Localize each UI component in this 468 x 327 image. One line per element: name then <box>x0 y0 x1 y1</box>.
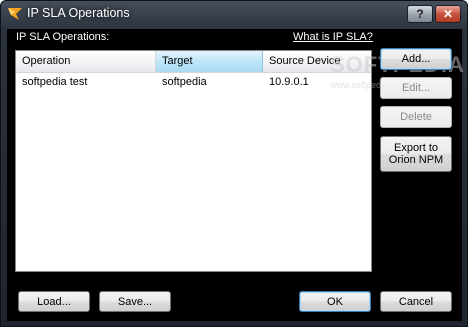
list-header: Operation Target Source Device <box>16 51 371 73</box>
column-header-operation[interactable]: Operation <box>16 51 156 72</box>
delete-button[interactable]: Delete <box>380 106 452 128</box>
operations-list[interactable]: Operation Target Source Device softpedia… <box>15 50 372 272</box>
cell-target: softpedia <box>162 76 207 88</box>
cancel-button[interactable]: Cancel <box>380 291 452 312</box>
window-title: IP SLA Operations <box>27 6 130 20</box>
export-label-line2: Orion NPM <box>388 154 444 166</box>
export-label-line1: Export to <box>393 142 439 154</box>
column-header-target[interactable]: Target <box>156 51 263 72</box>
load-button[interactable]: Load... <box>18 291 90 312</box>
edit-button[interactable]: Edit... <box>380 77 452 99</box>
table-row[interactable]: softpedia test softpedia 10.9.0.1 <box>16 73 371 92</box>
save-button[interactable]: Save... <box>99 291 171 312</box>
add-button[interactable]: Add... <box>380 48 452 70</box>
help-button[interactable]: ? <box>407 5 433 23</box>
close-button[interactable]: ✕ <box>435 5 461 23</box>
title-bar[interactable]: IP SLA Operations ? ✕ <box>1 1 467 27</box>
app-logo-icon <box>8 8 22 20</box>
operations-section-label: IP SLA Operations: <box>16 31 110 43</box>
ok-button[interactable]: OK <box>299 291 371 312</box>
what-is-ip-sla-link[interactable]: What is IP SLA? <box>293 31 373 43</box>
cell-operation: softpedia test <box>22 76 88 88</box>
export-to-orion-npm-button[interactable]: Export to Orion NPM <box>380 136 452 172</box>
